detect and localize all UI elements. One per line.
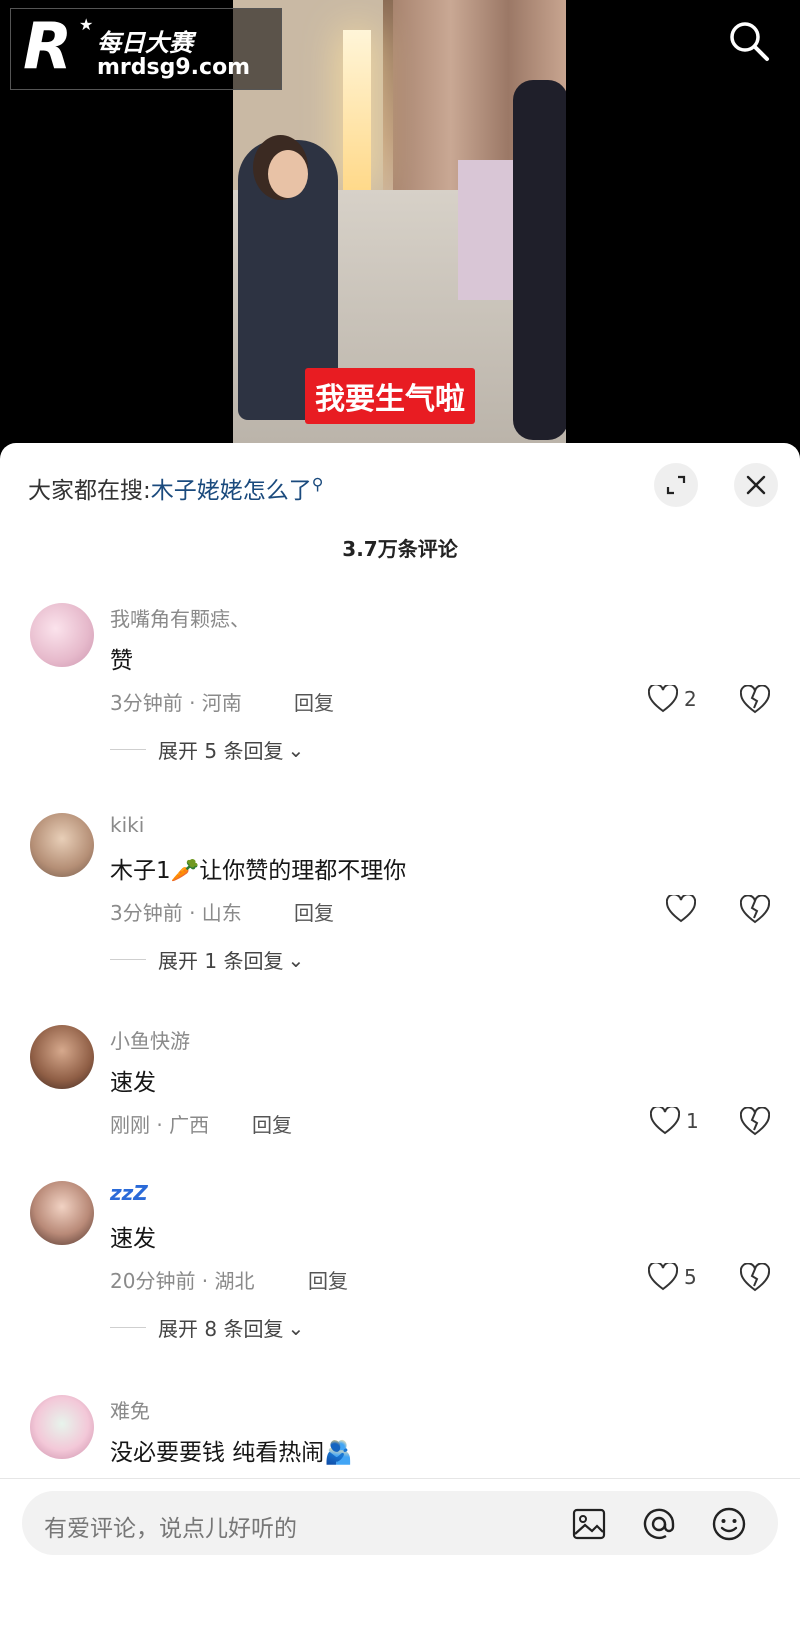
- comment-username[interactable]: zzZ: [110, 1181, 148, 1205]
- comment-count: 3.7万条评论: [342, 537, 458, 561]
- video-player[interactable]: 我要生气啦 R ★ 每日大赛 mrdsg9.com: [0, 0, 800, 460]
- reply-button[interactable]: 回复: [252, 1109, 292, 1138]
- search-icon[interactable]: [724, 16, 774, 66]
- close-icon: [746, 475, 766, 495]
- hot-search-keyword[interactable]: 木子姥姥怎么了: [151, 478, 312, 504]
- expand-replies[interactable]: 展开 1 条回复 ⌄: [110, 945, 304, 974]
- video-subtitle: 我要生气啦: [305, 368, 475, 424]
- comment-username[interactable]: kiki: [110, 813, 144, 837]
- comment-username[interactable]: 难免: [110, 1395, 150, 1424]
- logo-brand: 每日大赛: [97, 29, 193, 57]
- expand-replies-label: 展开 8 条回复: [158, 1317, 284, 1341]
- chevron-down-icon: ⌄: [287, 1315, 305, 1340]
- like-count: 2: [684, 687, 697, 711]
- chevron-down-icon: ⌄: [287, 737, 305, 762]
- broken-heart-icon[interactable]: [740, 895, 770, 925]
- expand-replies[interactable]: 展开 8 条回复 ⌄: [110, 1313, 304, 1342]
- avatar[interactable]: [30, 1181, 94, 1245]
- reply-button[interactable]: 回复: [294, 687, 334, 716]
- broken-heart-icon[interactable]: [740, 1263, 770, 1293]
- broken-heart-icon[interactable]: [740, 1107, 770, 1137]
- comment-input-placeholder: 有爱评论，说点儿好听的: [44, 1516, 297, 1542]
- close-button[interactable]: [734, 463, 778, 507]
- heart-icon: [650, 1107, 680, 1135]
- comment-input[interactable]: 有爱评论，说点儿好听的: [22, 1491, 778, 1555]
- comment-text: 速发: [110, 1226, 156, 1252]
- expand-replies[interactable]: 展开 5 条回复 ⌄: [110, 735, 304, 764]
- like-button[interactable]: 1: [650, 1107, 699, 1135]
- comment-username[interactable]: 我嘴角有颗痣、: [110, 603, 250, 632]
- avatar[interactable]: [30, 1025, 94, 1089]
- comment-username[interactable]: 小鱼快游: [110, 1025, 190, 1054]
- comment-panel: 大家都在搜:木子姥姥怎么了⚲ 3.7万条评论 我嘴角有颗痣、 赞 3分钟前 · …: [0, 443, 800, 1629]
- like-button[interactable]: 5: [648, 1263, 697, 1291]
- hot-search-prefix: 大家都在搜:: [28, 478, 151, 504]
- comment-text: 速发: [110, 1070, 156, 1096]
- expand-replies-label: 展开 5 条回复: [158, 739, 284, 763]
- like-count: 1: [686, 1109, 699, 1133]
- broken-heart-icon[interactable]: [740, 685, 770, 715]
- like-count: 5: [684, 1265, 697, 1289]
- chevron-down-icon: ⌄: [287, 947, 305, 972]
- expand-button[interactable]: [654, 463, 698, 507]
- star-icon: ★: [79, 15, 94, 34]
- reply-button[interactable]: 回复: [294, 897, 334, 926]
- image-icon[interactable]: [570, 1505, 608, 1543]
- heart-icon: [648, 685, 678, 713]
- search-small-icon: ⚲: [311, 474, 324, 494]
- like-button[interactable]: [666, 895, 696, 923]
- comment-meta: 20分钟前 · 湖北: [110, 1269, 255, 1293]
- like-button[interactable]: 2: [648, 685, 697, 713]
- expand-icon: [666, 475, 686, 495]
- comment-text: 木子1🥕让你赞的理都不理你: [110, 858, 407, 884]
- watermark-logo: R ★ 每日大赛 mrdsg9.com: [10, 8, 282, 90]
- comment-meta: 3分钟前 · 山东: [110, 901, 242, 925]
- heart-icon: [648, 1263, 678, 1291]
- logo-letter: R: [23, 10, 73, 84]
- comment-meta: 刚刚 · 广西: [110, 1113, 210, 1137]
- emoji-icon[interactable]: [710, 1505, 748, 1543]
- hot-search-bar[interactable]: 大家都在搜:木子姥姥怎么了⚲: [28, 471, 323, 505]
- avatar[interactable]: [30, 813, 94, 877]
- comment-meta: 3分钟前 · 河南: [110, 691, 242, 715]
- comment-input-bar: 有爱评论，说点儿好听的: [0, 1478, 800, 1629]
- logo-url: mrdsg9.com: [97, 55, 251, 80]
- comment-text: 赞: [110, 648, 133, 674]
- at-icon[interactable]: [640, 1505, 678, 1543]
- avatar[interactable]: [30, 1395, 94, 1459]
- reply-button[interactable]: 回复: [308, 1265, 348, 1294]
- avatar[interactable]: [30, 603, 94, 667]
- expand-replies-label: 展开 1 条回复: [158, 949, 284, 973]
- comment-text: 没必要要钱 纯看热闹🫂: [110, 1440, 353, 1466]
- heart-icon: [666, 895, 696, 923]
